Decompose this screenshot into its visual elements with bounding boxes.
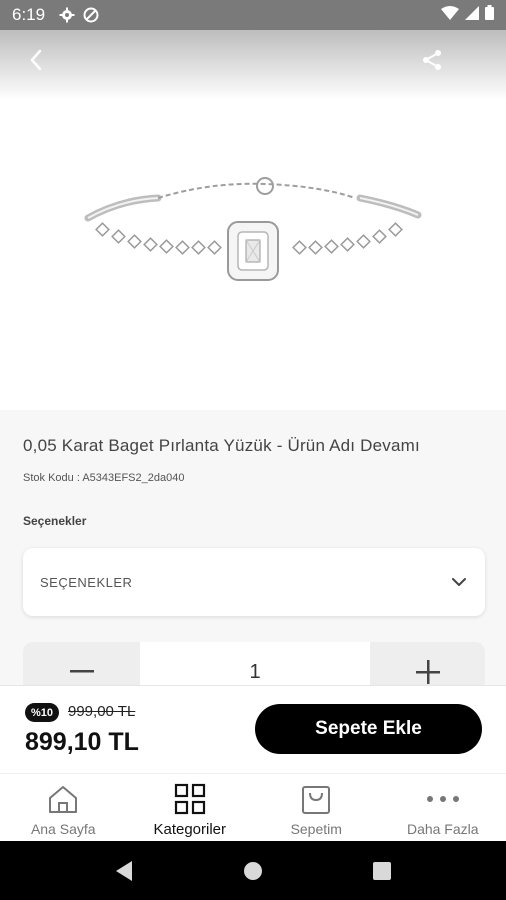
battery-icon — [485, 5, 494, 25]
tab-categories-label: Kategoriler — [153, 821, 227, 838]
chevron-left-icon — [30, 49, 42, 71]
circle-home-icon — [243, 861, 262, 880]
tab-more-label: Daha Fazla — [406, 821, 479, 837]
bag-icon — [300, 782, 332, 816]
tab-more[interactable]: Daha Fazla — [380, 774, 506, 841]
options-label: Seçenekler — [23, 514, 87, 528]
do-not-disturb-icon — [83, 7, 99, 23]
tab-home-label: Ana Sayfa — [30, 821, 96, 837]
back-button[interactable] — [20, 44, 52, 76]
square-recents-icon — [372, 861, 391, 880]
options-selected-value: SEÇENEKLER — [40, 574, 133, 590]
share-button[interactable] — [416, 44, 448, 76]
tab-categories[interactable]: Kategoriler — [127, 774, 254, 841]
grid-icon — [174, 782, 206, 816]
product-hero — [0, 30, 506, 410]
options-dropdown[interactable]: SEÇENEKLER — [23, 548, 485, 616]
old-price: 999,00 TL — [68, 703, 136, 720]
system-home-button[interactable] — [233, 851, 273, 891]
settings-gear-icon — [59, 7, 75, 23]
signal-icon — [465, 5, 479, 25]
tab-cart-label: Sepetim — [290, 821, 342, 837]
wifi-icon — [441, 5, 459, 25]
current-price: 899,10 TL — [25, 728, 139, 756]
status-bar: 6:19 — [0, 0, 506, 30]
triangle-back-icon — [116, 860, 133, 881]
bracelet-image — [84, 177, 422, 281]
add-to-cart-button[interactable]: Sepete Ekle — [255, 704, 482, 754]
chevron-down-icon — [451, 577, 467, 587]
share-icon — [423, 50, 441, 70]
discount-badge: %10 — [25, 703, 60, 722]
home-icon — [47, 782, 79, 816]
product-details: 0,05 Karat Baget Pırlanta Yüzük - Ürün A… — [0, 410, 506, 702]
price-bar: %10 999,00 TL 899,10 TL Sepete Ekle — [0, 685, 506, 773]
more-icon — [426, 782, 460, 816]
system-back-button[interactable] — [104, 851, 144, 891]
tab-home[interactable]: Ana Sayfa — [0, 774, 127, 841]
system-nav-bar — [0, 841, 506, 900]
tab-cart[interactable]: Sepetim — [253, 774, 380, 841]
minus-icon — [69, 670, 94, 673]
system-recents-button[interactable] — [362, 851, 402, 891]
status-time: 6:19 — [12, 5, 46, 24]
product-image[interactable] — [80, 170, 425, 290]
bottom-tab-bar: Ana Sayfa Kategoriler Sepetim Daha Fazla — [0, 773, 506, 841]
product-sku: Stok Kodu : A5343EFS2_2da040 — [23, 472, 185, 484]
product-title: 0,05 Karat Baget Pırlanta Yüzük - Ürün A… — [23, 436, 420, 455]
plus-icon — [415, 660, 440, 684]
